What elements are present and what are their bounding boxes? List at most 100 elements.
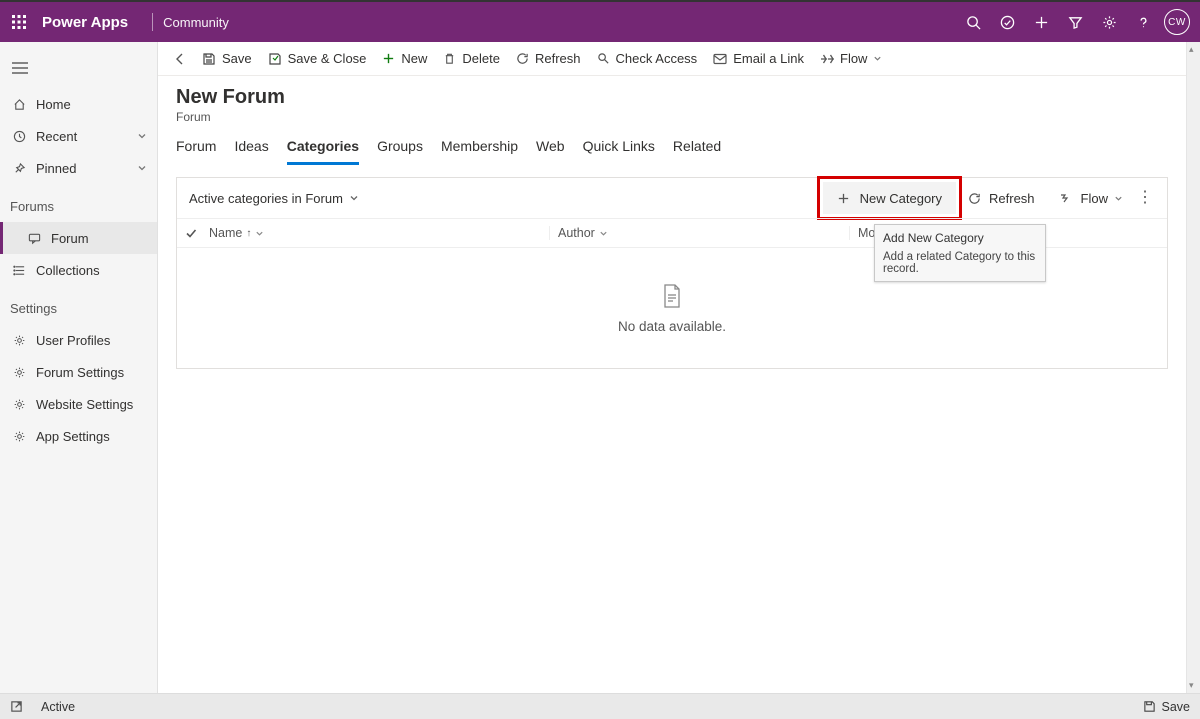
view-picker[interactable]: Active categories in Forum bbox=[189, 191, 359, 206]
tooltip-body: Add a related Category to this record. bbox=[883, 251, 1037, 275]
nav-collections[interactable]: Collections bbox=[0, 254, 157, 286]
clock-icon bbox=[10, 130, 28, 143]
check-access-button[interactable]: Check Access bbox=[589, 42, 706, 76]
gear-icon bbox=[10, 366, 28, 379]
refresh-button[interactable]: Refresh bbox=[508, 42, 589, 76]
flow-button[interactable]: Flow bbox=[812, 42, 890, 76]
nav-group-forums: Forums bbox=[0, 190, 157, 222]
form-tabs: Forum Ideas Categories Groups Membership… bbox=[158, 124, 1186, 165]
nav-app-settings[interactable]: App Settings bbox=[0, 420, 157, 452]
flow-icon bbox=[1059, 192, 1073, 204]
new-category-button[interactable]: New Category bbox=[823, 182, 956, 214]
list-icon bbox=[10, 264, 28, 277]
tab-web[interactable]: Web bbox=[536, 138, 565, 165]
nav-label: Recent bbox=[36, 129, 77, 144]
avatar-initials: CW bbox=[1164, 9, 1190, 35]
nav-home[interactable]: Home bbox=[0, 88, 157, 120]
nav-pinned[interactable]: Pinned bbox=[0, 152, 157, 184]
nav-recent[interactable]: Recent bbox=[0, 120, 157, 152]
environment-name[interactable]: Community bbox=[163, 15, 229, 30]
scroll-down-icon: ▾ bbox=[1189, 680, 1194, 691]
select-all-checkbox[interactable] bbox=[185, 227, 197, 239]
flow-icon bbox=[820, 53, 834, 65]
help-icon[interactable] bbox=[1126, 1, 1160, 43]
search-icon[interactable] bbox=[956, 1, 990, 43]
chevron-down-icon bbox=[349, 193, 359, 203]
pin-icon bbox=[10, 162, 28, 175]
add-icon[interactable] bbox=[1024, 1, 1058, 43]
command-bar: Save Save & Close New Delete Refresh Che… bbox=[158, 42, 1186, 76]
nav-label: Forum bbox=[51, 231, 89, 246]
tab-categories[interactable]: Categories bbox=[287, 138, 359, 165]
plus-icon bbox=[382, 52, 395, 65]
home-icon bbox=[10, 98, 28, 111]
scroll-up-icon: ▴ bbox=[1189, 44, 1194, 55]
refresh-icon bbox=[968, 192, 981, 205]
tooltip-title: Add New Category bbox=[883, 231, 1037, 245]
main-content: Save Save & Close New Delete Refresh Che… bbox=[158, 42, 1186, 693]
nav-label: App Settings bbox=[36, 429, 110, 444]
tab-forum[interactable]: Forum bbox=[176, 138, 216, 165]
tab-related[interactable]: Related bbox=[673, 138, 721, 165]
tab-ideas[interactable]: Ideas bbox=[234, 138, 268, 165]
record-status: Active bbox=[41, 700, 75, 714]
forum-icon bbox=[25, 232, 43, 245]
vertical-scrollbar[interactable]: ▴ ▾ bbox=[1186, 42, 1200, 693]
chevron-down-icon bbox=[137, 163, 147, 173]
global-topbar: Power Apps Community CW bbox=[0, 0, 1200, 42]
save-button[interactable]: Save bbox=[194, 42, 260, 76]
nav-forum-settings[interactable]: Forum Settings bbox=[0, 356, 157, 388]
subgrid-refresh-button[interactable]: Refresh bbox=[956, 182, 1047, 214]
subgrid-toolbar: Active categories in Forum New Category … bbox=[177, 178, 1167, 218]
mail-icon bbox=[713, 53, 727, 65]
nav-collapse-icon[interactable] bbox=[2, 50, 38, 86]
left-nav: Home Recent Pinned Forums Forum Collecti… bbox=[0, 42, 158, 693]
user-avatar[interactable]: CW bbox=[1160, 1, 1194, 43]
gear-icon bbox=[10, 334, 28, 347]
subgrid-flow-button[interactable]: Flow bbox=[1047, 182, 1135, 214]
assistant-icon[interactable] bbox=[990, 1, 1024, 43]
back-button[interactable] bbox=[166, 52, 194, 66]
filter-icon[interactable] bbox=[1058, 1, 1092, 43]
plus-icon bbox=[837, 192, 850, 205]
view-name: Active categories in Forum bbox=[189, 191, 343, 206]
tab-groups[interactable]: Groups bbox=[377, 138, 423, 165]
footer-save-button[interactable]: Save bbox=[1143, 700, 1191, 714]
chevron-down-icon bbox=[255, 229, 264, 238]
nav-label: Collections bbox=[36, 263, 100, 278]
new-category-tooltip: Add New Category Add a related Category … bbox=[874, 224, 1046, 282]
settings-icon[interactable] bbox=[1092, 1, 1126, 43]
check-access-icon bbox=[597, 52, 610, 65]
refresh-icon bbox=[516, 52, 529, 65]
trash-icon bbox=[443, 52, 456, 65]
divider bbox=[152, 13, 153, 31]
column-header-name[interactable]: Name ↑ bbox=[209, 226, 549, 240]
document-icon bbox=[661, 283, 683, 309]
nav-forum[interactable]: Forum bbox=[0, 222, 157, 254]
save-icon bbox=[202, 52, 216, 66]
tab-membership[interactable]: Membership bbox=[441, 138, 518, 165]
nav-label: Home bbox=[36, 97, 71, 112]
nav-label: User Profiles bbox=[36, 333, 110, 348]
gear-icon bbox=[10, 430, 28, 443]
nav-website-settings[interactable]: Website Settings bbox=[0, 388, 157, 420]
column-header-author[interactable]: Author bbox=[549, 226, 849, 240]
form-footer: Active Save bbox=[0, 693, 1200, 719]
app-launcher-icon[interactable] bbox=[6, 9, 32, 35]
chevron-down-icon bbox=[137, 131, 147, 141]
chevron-down-icon bbox=[599, 229, 608, 238]
delete-button[interactable]: Delete bbox=[435, 42, 508, 76]
page-title: New Forum bbox=[176, 86, 1168, 109]
nav-label: Forum Settings bbox=[36, 365, 124, 380]
chevron-down-icon bbox=[1114, 194, 1123, 203]
email-link-button[interactable]: Email a Link bbox=[705, 42, 812, 76]
nav-user-profiles[interactable]: User Profiles bbox=[0, 324, 157, 356]
new-button[interactable]: New bbox=[374, 42, 435, 76]
save-close-button[interactable]: Save & Close bbox=[260, 42, 375, 76]
sort-asc-icon: ↑ bbox=[246, 228, 251, 239]
gear-icon bbox=[10, 398, 28, 411]
popout-icon[interactable] bbox=[10, 700, 23, 713]
more-commands-button[interactable]: ⋮ bbox=[1135, 190, 1155, 206]
tab-quick-links[interactable]: Quick Links bbox=[583, 138, 655, 165]
page-header: New Forum Forum bbox=[158, 76, 1186, 124]
